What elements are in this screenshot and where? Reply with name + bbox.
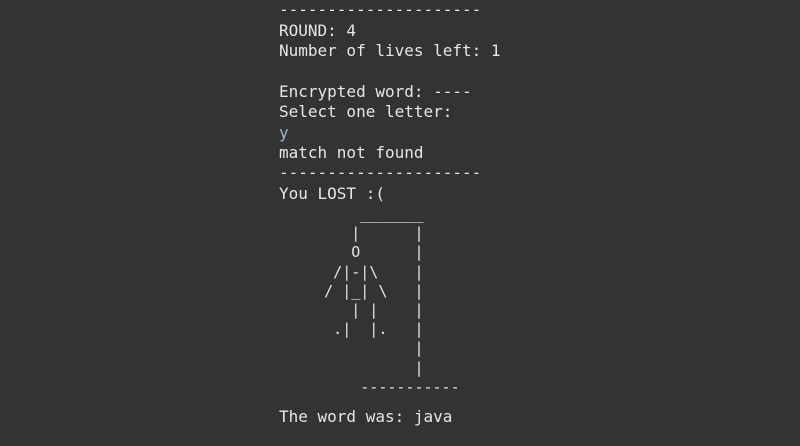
hangman-ascii-art: _______ | | O | /|-|\ | / |_| \ | | | | … <box>324 205 460 396</box>
encrypted-word-label: Encrypted word: ---- <box>279 82 472 101</box>
word-reveal-message: The word was: java <box>279 407 453 426</box>
game-lost-message: You LOST :( <box>279 184 385 203</box>
terminal-output: --------------------- ROUND: 4 Number of… <box>0 0 800 446</box>
separator-line-mid: --------------------- <box>279 163 482 182</box>
separator-line-top: --------------------- <box>279 0 482 19</box>
result-message: match not found <box>279 143 424 162</box>
letter-prompt: Select one letter: <box>279 102 453 121</box>
round-label: ROUND: 4 <box>279 21 357 40</box>
user-input-text: y <box>279 123 289 142</box>
lives-label: Number of lives left: 1 <box>279 41 501 60</box>
